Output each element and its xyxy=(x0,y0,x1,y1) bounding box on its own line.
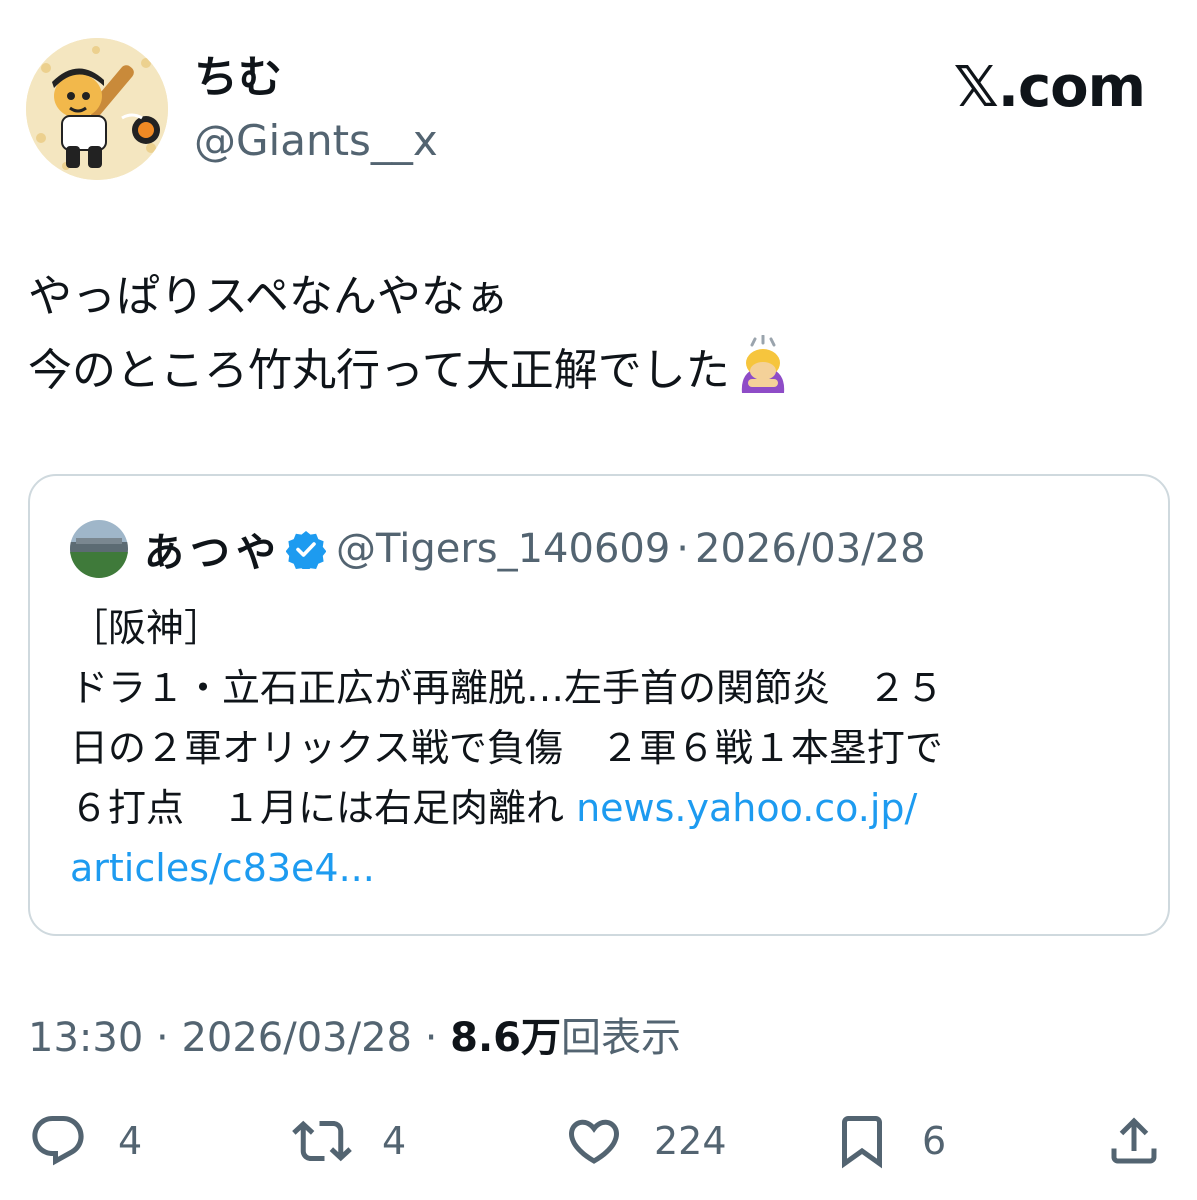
share-button[interactable] xyxy=(1104,1108,1164,1174)
quoted-line-4: ６打点 １月には右足肉離れ xyxy=(70,786,577,830)
person-bowing-emoji xyxy=(734,334,792,416)
quoted-link-part-2[interactable]: articles/c83e4... xyxy=(70,846,375,890)
quoted-author-name[interactable]: あつや xyxy=(144,520,282,578)
quoted-tweet-header: あつや @Tigers_140609 · 2026/03/28 xyxy=(144,520,926,578)
quoted-line-3: 日の２軍オリックス戦で負傷 ２軍６戦１本塁打で xyxy=(70,726,943,770)
quoted-tweet-text: ［阪神］ ドラ１・立石正広が再離脱…左手首の関節炎 ２５ 日の２軍オリックス戦で… xyxy=(70,598,1130,898)
retweet-button[interactable]: 4 xyxy=(292,1108,406,1174)
meta-separator-1: · xyxy=(156,1015,169,1061)
quoted-tweet-card[interactable]: あつや @Tigers_140609 · 2026/03/28 ［阪神］ ドラ１… xyxy=(28,474,1170,936)
quoted-line-4-wrap: ６打点 １月には右足肉離れ news.yahoo.co.jp/ xyxy=(70,778,1130,838)
author-handle[interactable]: @Giants__x xyxy=(194,114,438,168)
bookmark-button[interactable]: 6 xyxy=(832,1108,946,1174)
retweet-icon xyxy=(292,1120,352,1162)
avatar-illustration xyxy=(26,38,168,180)
quoted-tweet-date[interactable]: 2026/03/28 xyxy=(695,526,926,572)
reply-icon xyxy=(32,1116,84,1166)
meta-separator-2: · xyxy=(424,1015,438,1061)
tweet-line-2-wrap: 今のところ竹丸行って大正解でした xyxy=(28,334,792,416)
heart-icon xyxy=(568,1119,620,1164)
quoted-author-handle[interactable]: @Tigers_140609 xyxy=(336,526,670,572)
quoted-link-part-1[interactable]: news.yahoo.co.jp/ xyxy=(576,786,917,830)
share-icon xyxy=(1111,1117,1157,1164)
quoted-author-avatar[interactable] xyxy=(70,520,128,578)
author-display-name[interactable]: ちむ xyxy=(194,50,282,106)
stadium-photo xyxy=(70,520,128,578)
view-count: 8.6万 xyxy=(450,1015,561,1061)
bookmark-count: 6 xyxy=(922,1119,947,1163)
like-count: 224 xyxy=(654,1119,727,1163)
x-com-logo: 𝕏.com xyxy=(953,55,1146,120)
tweet-meta: 13:30 · 2026/03/28 · 8.6万回表示 xyxy=(28,1012,681,1064)
tweet-time[interactable]: 13:30 xyxy=(28,1015,143,1061)
retweet-count: 4 xyxy=(382,1119,407,1163)
tweet-line-2: 今のところ竹丸行って大正解でした xyxy=(28,345,730,396)
quoted-line-2: ドラ１・立石正広が再離脱…左手首の関節炎 ２５ xyxy=(70,666,945,710)
like-button[interactable]: 224 xyxy=(564,1108,727,1174)
verified-badge-icon xyxy=(285,529,327,572)
tweet-text: やっぱりスペなんやなぁ 今のところ竹丸行って大正解でした xyxy=(28,260,792,416)
tweet-date[interactable]: 2026/03/28 xyxy=(181,1015,412,1061)
quoted-separator: · xyxy=(676,526,690,572)
view-label: 回表示 xyxy=(561,1015,681,1061)
tweet-line-1: やっぱりスペなんやなぁ xyxy=(28,271,509,322)
bookmark-icon xyxy=(842,1116,882,1169)
reply-count: 4 xyxy=(118,1119,143,1163)
author-avatar[interactable] xyxy=(26,38,168,180)
quoted-line-1: ［阪神］ xyxy=(70,606,223,650)
reply-button[interactable]: 4 xyxy=(28,1108,142,1174)
